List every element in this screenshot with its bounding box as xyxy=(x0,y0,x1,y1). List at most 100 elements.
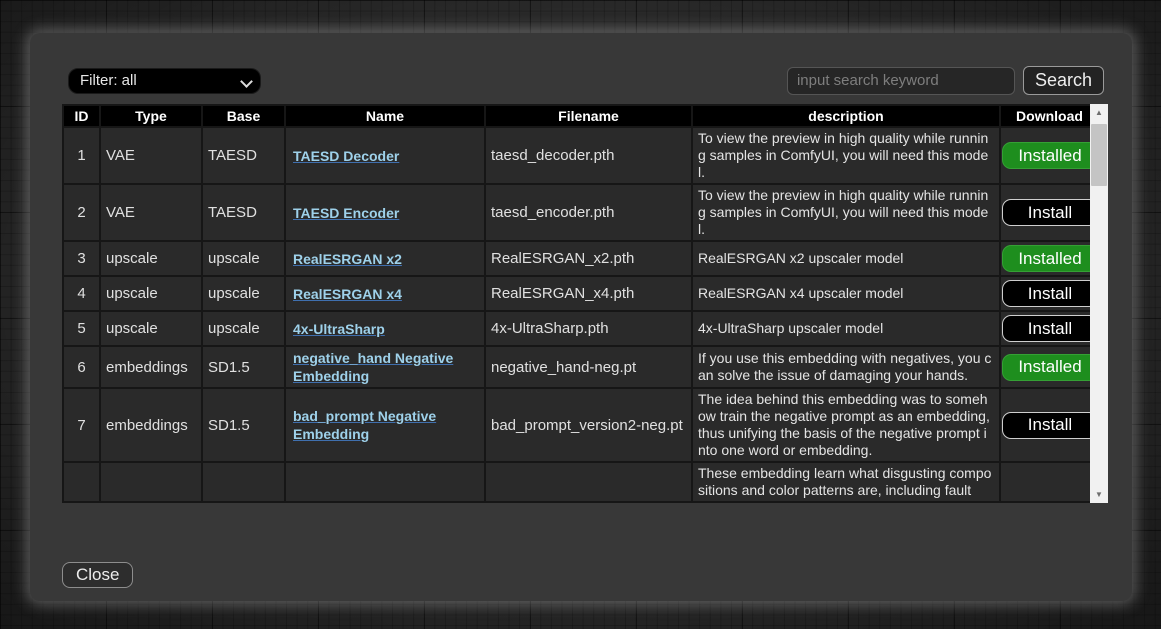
cell-type: embeddings xyxy=(101,347,201,387)
table-row: 7 embeddings SD1.5 bad_prompt Negative E… xyxy=(64,389,1098,461)
cell-id: 6 xyxy=(64,347,99,387)
column-header: description xyxy=(693,106,999,126)
cell-id xyxy=(64,463,99,501)
cell-name xyxy=(286,463,484,501)
cell-filename: RealESRGAN_x2.pth xyxy=(486,242,691,275)
cell-description: RealESRGAN x2 upscaler model xyxy=(693,242,999,275)
cell-description: RealESRGAN x4 upscaler model xyxy=(693,277,999,310)
cell-description: 4x-UltraSharp upscaler model xyxy=(693,312,999,345)
download-button[interactable]: Install xyxy=(1002,315,1098,342)
download-button[interactable]: Install xyxy=(1002,280,1098,307)
vertical-scrollbar[interactable]: ▲ ▼ xyxy=(1090,104,1108,503)
table-row: 1 VAE TAESD TAESD Decoder taesd_decoder.… xyxy=(64,128,1098,183)
scroll-down-icon[interactable]: ▼ xyxy=(1090,486,1108,503)
model-name-link[interactable]: 4x-UltraSharp xyxy=(293,321,385,337)
column-header: Download xyxy=(1001,106,1098,126)
cell-type: upscale xyxy=(101,312,201,345)
model-name-link[interactable]: negative_hand Negative Embedding xyxy=(293,350,453,384)
cell-description: If you use this embedding with negatives… xyxy=(693,347,999,387)
table-row: 6 embeddings SD1.5 negative_hand Negativ… xyxy=(64,347,1098,387)
cell-name: bad_prompt Negative Embedding xyxy=(286,389,484,461)
cell-base: upscale xyxy=(203,277,284,310)
cell-id: 1 xyxy=(64,128,99,183)
model-name-link[interactable]: TAESD Decoder xyxy=(293,148,399,164)
cell-name: RealESRGAN x4 xyxy=(286,277,484,310)
model-name-link[interactable]: TAESD Encoder xyxy=(293,205,399,221)
download-button[interactable]: Installed xyxy=(1002,245,1098,272)
cell-base: SD1.5 xyxy=(203,389,284,461)
cell-type: embeddings xyxy=(101,389,201,461)
column-header: Base xyxy=(203,106,284,126)
download-button[interactable]: Installed xyxy=(1002,354,1098,381)
search-group: Search xyxy=(787,66,1104,95)
cell-type: upscale xyxy=(101,242,201,275)
cell-download: Installed xyxy=(1001,128,1098,183)
download-button[interactable]: Installed xyxy=(1002,142,1098,169)
cell-id: 3 xyxy=(64,242,99,275)
search-button[interactable]: Search xyxy=(1023,66,1104,95)
cell-base: SD1.5 xyxy=(203,347,284,387)
search-input[interactable] xyxy=(787,67,1015,95)
cell-id: 4 xyxy=(64,277,99,310)
filter-dropdown-wrap: Filter: all xyxy=(68,68,261,94)
table-header-row: IDTypeBaseNameFilenamedescriptionDownloa… xyxy=(64,106,1098,126)
table-row: 5 upscale upscale 4x-UltraSharp 4x-Ultra… xyxy=(64,312,1098,345)
cell-description: These embedding learn what disgusting co… xyxy=(693,463,999,501)
cell-name: TAESD Decoder xyxy=(286,128,484,183)
cell-download: Install xyxy=(1001,277,1098,310)
model-name-link[interactable]: RealESRGAN x2 xyxy=(293,251,402,267)
column-header: Type xyxy=(101,106,201,126)
cell-id: 5 xyxy=(64,312,99,345)
table-row: 2 VAE TAESD TAESD Encoder taesd_encoder.… xyxy=(64,185,1098,240)
cell-download: Installed xyxy=(1001,347,1098,387)
model-name-link[interactable]: RealESRGAN x4 xyxy=(293,286,402,302)
column-header: Filename xyxy=(486,106,691,126)
cell-download xyxy=(1001,463,1098,501)
install-models-dialog: Filter: all Search IDTypeBaseNameFilenam… xyxy=(30,33,1132,601)
cell-type xyxy=(101,463,201,501)
cell-base: TAESD xyxy=(203,128,284,183)
cell-base xyxy=(203,463,284,501)
model-table-viewport: IDTypeBaseNameFilenamedescriptionDownloa… xyxy=(62,104,1108,503)
cell-filename: bad_prompt_version2-neg.pt xyxy=(486,389,691,461)
cell-filename: taesd_decoder.pth xyxy=(486,128,691,183)
cell-download: Install xyxy=(1001,312,1098,345)
cell-filename: 4x-UltraSharp.pth xyxy=(486,312,691,345)
table-row: These embedding learn what disgusting co… xyxy=(64,463,1098,501)
cell-name: negative_hand Negative Embedding xyxy=(286,347,484,387)
cell-filename: taesd_encoder.pth xyxy=(486,185,691,240)
filter-select[interactable]: Filter: all xyxy=(68,68,261,94)
table-row: 4 upscale upscale RealESRGAN x4 RealESRG… xyxy=(64,277,1098,310)
cell-download: Installed xyxy=(1001,242,1098,275)
model-table: IDTypeBaseNameFilenamedescriptionDownloa… xyxy=(62,104,1100,503)
cell-download: Install xyxy=(1001,389,1098,461)
table-row: 3 upscale upscale RealESRGAN x2 RealESRG… xyxy=(64,242,1098,275)
download-button[interactable]: Install xyxy=(1002,412,1098,439)
cell-id: 2 xyxy=(64,185,99,240)
cell-type: VAE xyxy=(101,128,201,183)
scrollbar-thumb[interactable] xyxy=(1091,124,1107,186)
model-table-body: 1 VAE TAESD TAESD Decoder taesd_decoder.… xyxy=(64,128,1098,501)
cell-base: upscale xyxy=(203,312,284,345)
cell-base: upscale xyxy=(203,242,284,275)
cell-name: 4x-UltraSharp xyxy=(286,312,484,345)
cell-description: To view the preview in high quality whil… xyxy=(693,185,999,240)
cell-description: The idea behind this embedding was to so… xyxy=(693,389,999,461)
close-button[interactable]: Close xyxy=(62,562,133,588)
cell-filename: RealESRGAN_x4.pth xyxy=(486,277,691,310)
cell-download: Install xyxy=(1001,185,1098,240)
cell-type: upscale xyxy=(101,277,201,310)
cell-filename xyxy=(486,463,691,501)
column-header: ID xyxy=(64,106,99,126)
cell-type: VAE xyxy=(101,185,201,240)
cell-name: RealESRGAN x2 xyxy=(286,242,484,275)
download-button[interactable]: Install xyxy=(1002,199,1098,226)
cell-filename: negative_hand-neg.pt xyxy=(486,347,691,387)
model-name-link[interactable]: bad_prompt Negative Embedding xyxy=(293,408,436,442)
scroll-up-icon[interactable]: ▲ xyxy=(1090,104,1108,121)
cell-description: To view the preview in high quality whil… xyxy=(693,128,999,183)
toolbar: Filter: all Search xyxy=(62,66,1104,95)
cell-base: TAESD xyxy=(203,185,284,240)
cell-id: 7 xyxy=(64,389,99,461)
column-header: Name xyxy=(286,106,484,126)
